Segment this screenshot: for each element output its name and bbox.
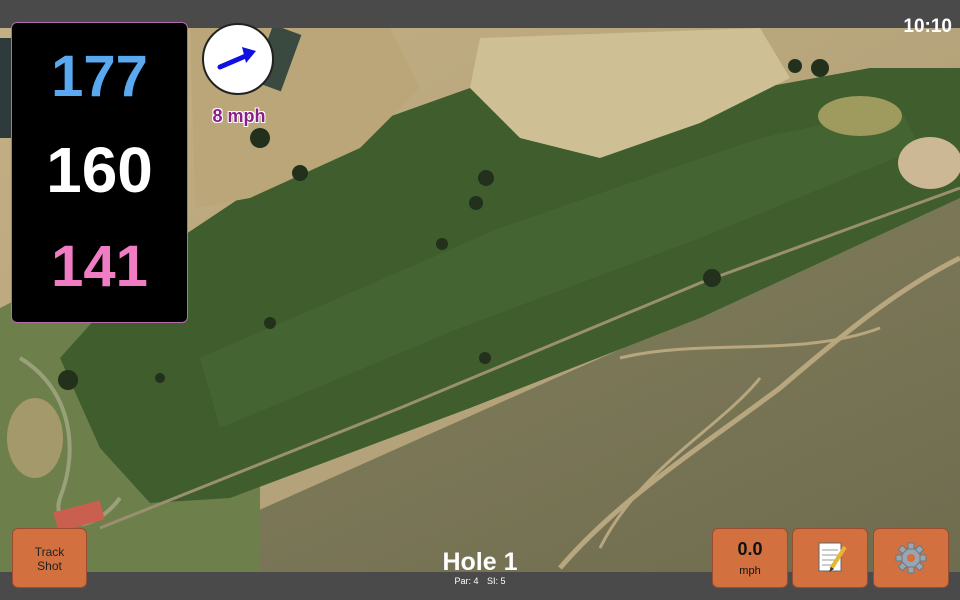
distance-middle: 160	[46, 134, 153, 206]
notes-button[interactable]	[792, 528, 868, 588]
arrow-icon	[217, 47, 256, 70]
settings-button[interactable]	[873, 528, 949, 588]
speed-value: 0.0	[737, 539, 763, 559]
hole-title: Hole 1	[442, 548, 518, 576]
distance-panel: 177 160 141	[11, 22, 188, 323]
track-shot-label-line1: Track	[34, 545, 65, 559]
speed-unit: mph	[739, 565, 761, 577]
notepad-icon	[818, 542, 847, 572]
wind-speed: 8 mph	[212, 106, 266, 126]
track-shot-label-line2: Shot	[37, 559, 62, 573]
clock: 10:10	[903, 16, 952, 37]
distance-front: 141	[51, 234, 148, 299]
speed-button[interactable]: 0.0 mph	[712, 528, 788, 588]
hole-par: Par: 4	[454, 576, 479, 586]
hole-info: Par: 4 SI: 5	[400, 576, 560, 586]
wind-indicator	[202, 23, 274, 95]
hole-stroke-index: SI: 5	[487, 576, 506, 586]
track-shot-button[interactable]: Track Shot	[12, 528, 87, 588]
gear-icon	[895, 542, 927, 574]
distance-back: 177	[51, 44, 148, 109]
